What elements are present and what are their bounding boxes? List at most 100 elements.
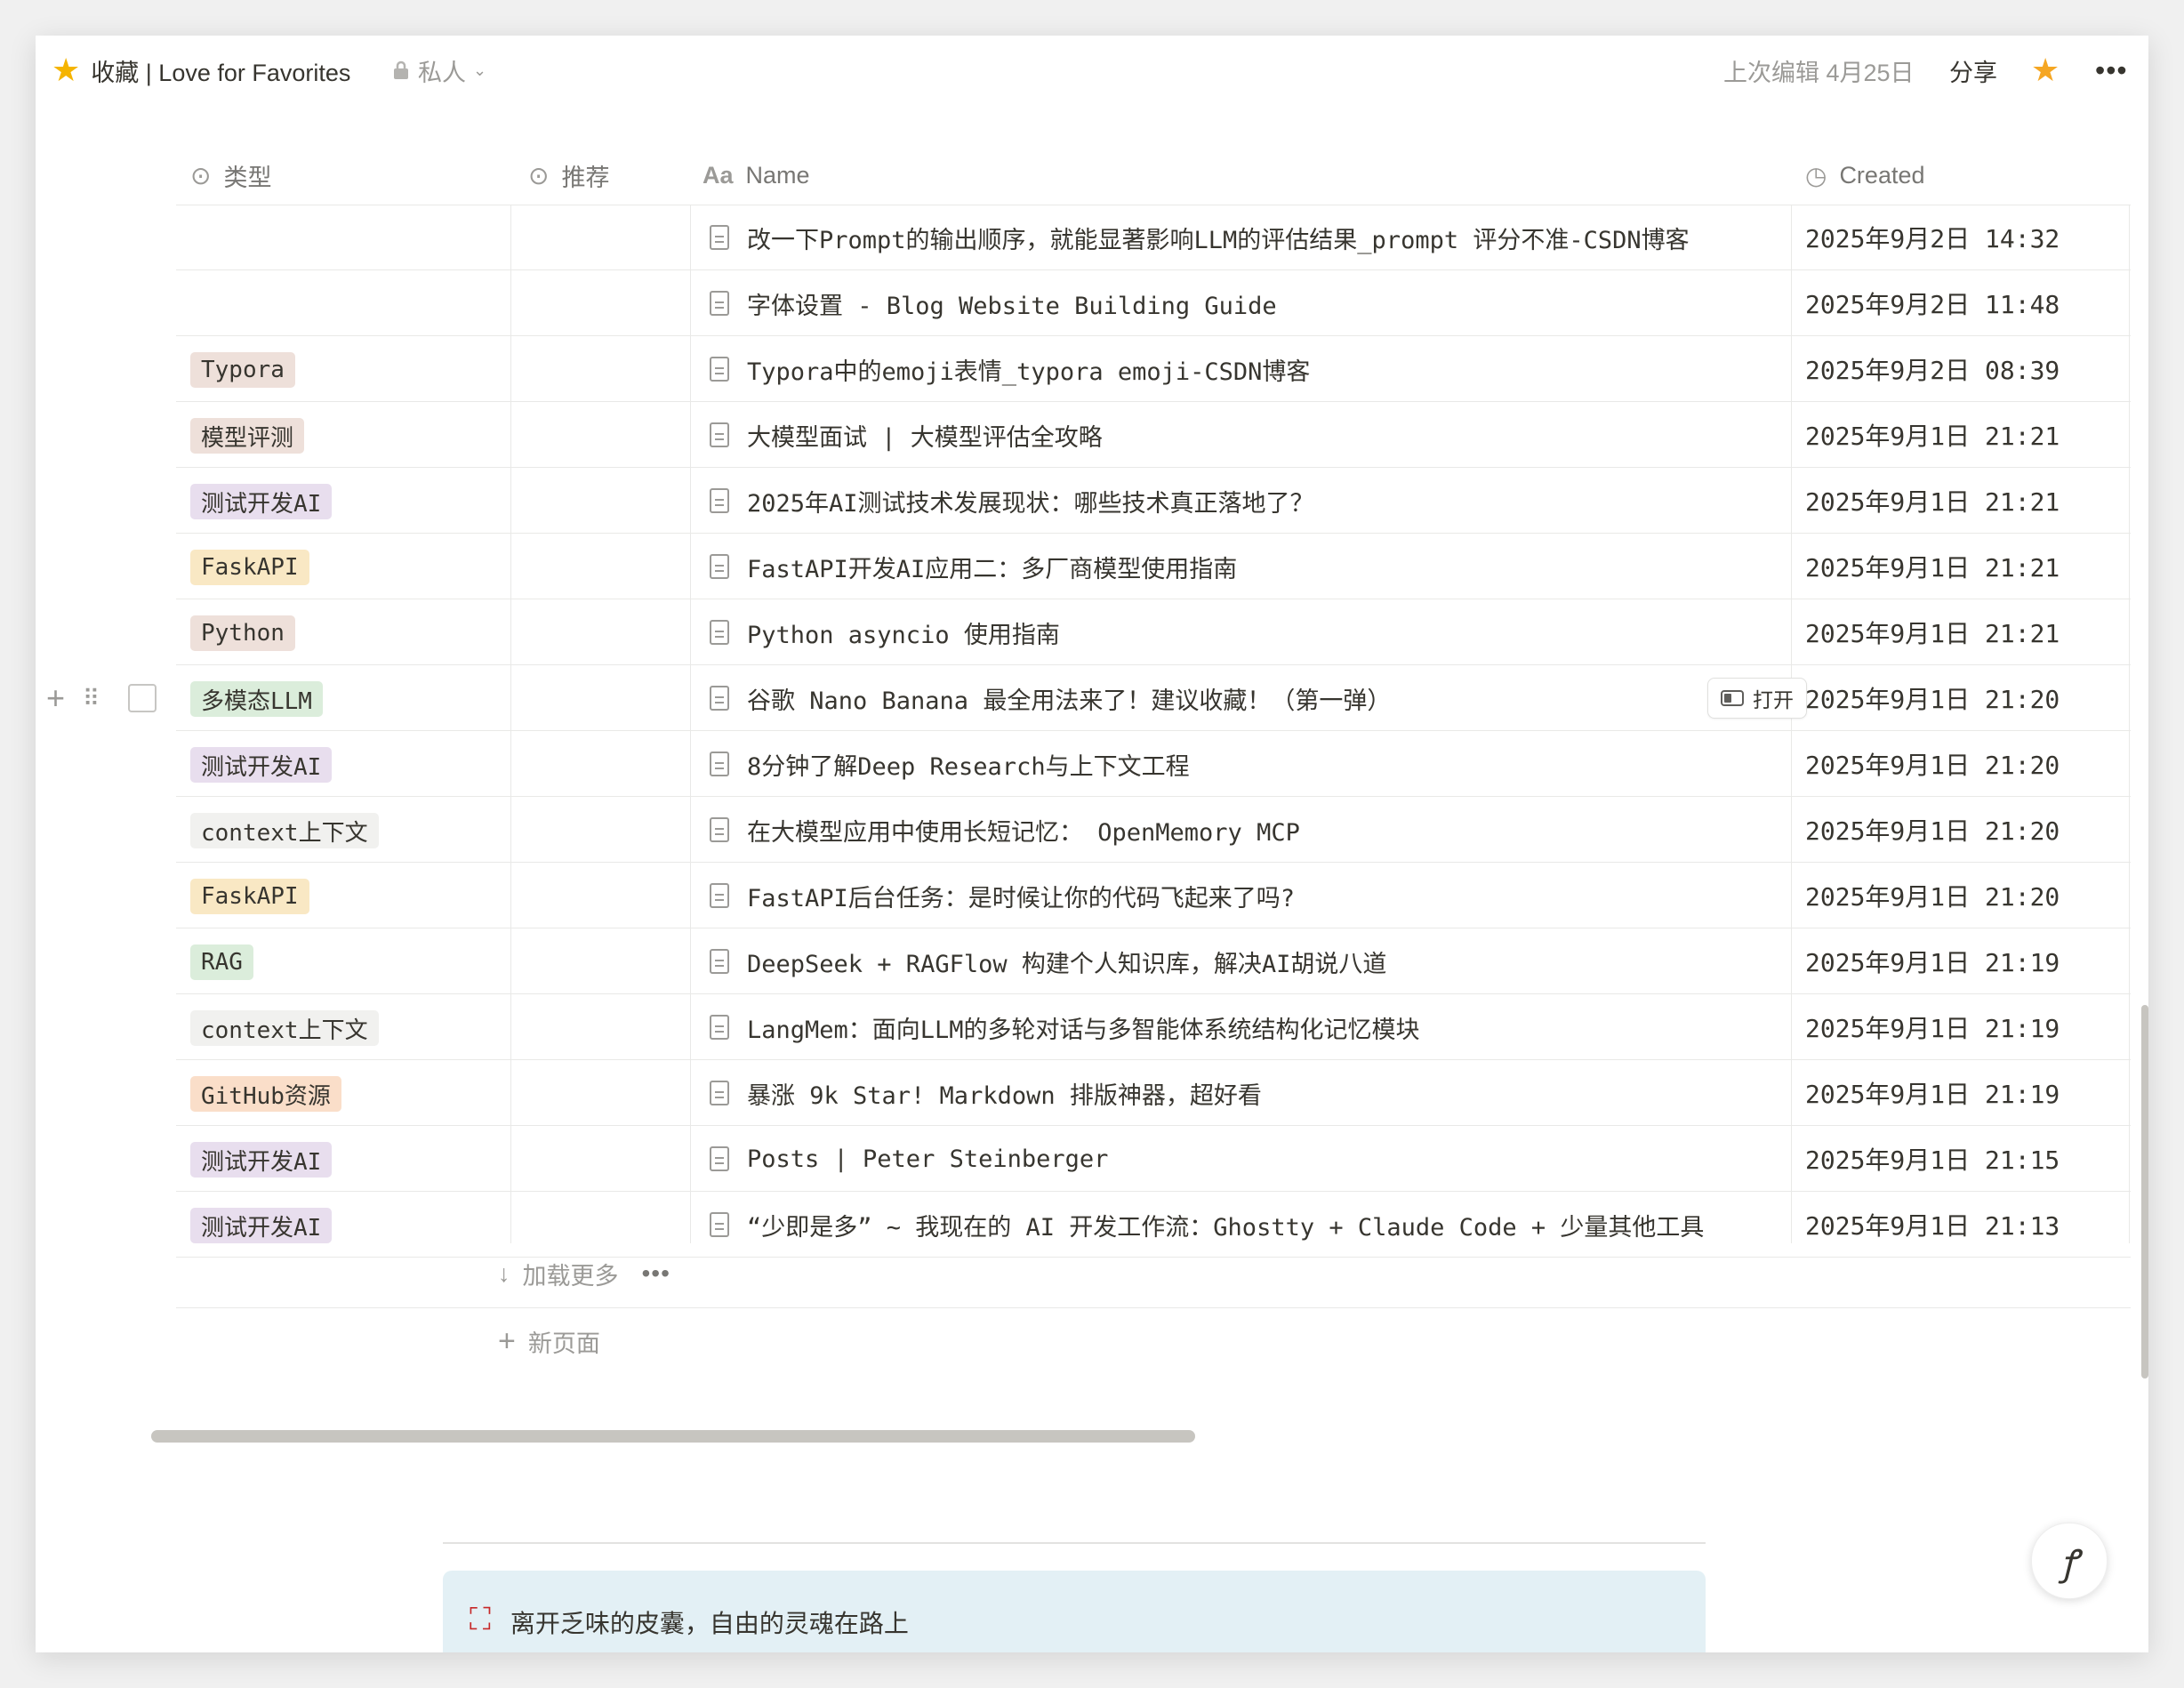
page-document-icon	[710, 949, 729, 974]
share-button[interactable]: 分享	[1949, 36, 1997, 105]
page-document-icon	[710, 883, 729, 908]
table-header: ⊙ 类型 ⊙ 推荐 Aa Name ◷ Created	[36, 146, 2148, 205]
section-divider	[443, 1542, 1706, 1544]
page-name-cell[interactable]: 字体设置 - Blog Website Building Guide	[710, 270, 1821, 336]
page-name-cell[interactable]: 改一下Prompt的输出顺序，就能显著影响LLM的评估结果_prompt 评分不…	[710, 205, 1821, 270]
new-page-button[interactable]: + 新页面	[498, 1314, 600, 1368]
type-tag[interactable]: Typora	[190, 352, 295, 388]
type-tag[interactable]: Python	[190, 615, 295, 651]
open-page-button[interactable]: 打开	[1707, 678, 1807, 719]
type-tag[interactable]: context上下文	[190, 1010, 379, 1046]
star-emoji-icon: ★	[52, 52, 81, 88]
vertical-scrollbar[interactable]	[2141, 1005, 2148, 1379]
page-name: 暴涨 9k Star! Markdown 排版神器，超好看	[747, 1081, 1262, 1110]
page-name: FastAPI后台任务：是时候让你的代码飞起来了吗?	[747, 884, 1296, 912]
column-header-type[interactable]: ⊙ 类型	[190, 146, 271, 205]
type-tag[interactable]: 测试开发AI	[190, 484, 333, 519]
select-property-icon: ⊙	[528, 161, 550, 189]
table-row[interactable]: 测试开发AI “少即是多” ~ 我现在的 AI 开发工作流：Ghostty + C…	[36, 1192, 2148, 1258]
page-document-icon	[710, 554, 729, 579]
page-name-cell[interactable]: 8分钟了解Deep Research与上下文工程	[710, 731, 1821, 797]
page-name-cell[interactable]: LangMem：面向LLM的多轮对话与多智能体系统结构化记忆模块	[710, 994, 1821, 1060]
column-header-recommend[interactable]: ⊙ 推荐	[528, 146, 609, 205]
type-tag[interactable]: 模型评测	[190, 418, 305, 454]
column-header-name[interactable]: Aa Name	[703, 146, 810, 205]
table-footer-divider	[176, 1307, 2131, 1308]
notion-window: ★ 收藏 | Love for Favorites 私人 ⌄ 上次编辑 4月25…	[36, 36, 2148, 1652]
page-document-icon	[710, 357, 729, 382]
type-tag[interactable]: context上下文	[190, 813, 379, 848]
table-row[interactable]: GitHub资源 暴涨 9k Star! Markdown 排版神器，超好看 202…	[36, 1060, 2148, 1126]
page-title-breadcrumb[interactable]: ★ 收藏 | Love for Favorites	[52, 36, 350, 105]
favorite-star-icon[interactable]: ★	[2031, 36, 2060, 105]
page-name-cell[interactable]: 大模型面试 | 大模型评估全攻略	[710, 402, 1821, 468]
table-row[interactable]: 字体设置 - Blog Website Building Guide 2025年9…	[36, 270, 2148, 336]
last-edited-text: 上次编辑 4月25日	[1723, 59, 1915, 86]
load-more-button[interactable]: ↓ 加载更多 •••	[498, 1247, 670, 1300]
type-tag[interactable]: 测试开发AI	[190, 1142, 333, 1178]
row-checkbox[interactable]	[128, 684, 157, 712]
select-property-icon: ⊙	[190, 161, 212, 189]
created-time-cell: 2025年9月1日 21:20	[1805, 751, 2060, 780]
table-row[interactable]: 测试开发AI Posts | Peter Steinberger 2025年9月1日…	[36, 1126, 2148, 1192]
table-row[interactable]: FaskAPI FastAPI开发AI应用二：多厂商模型使用指南 2025年9月1日…	[36, 534, 2148, 599]
privacy-dropdown[interactable]: 私人 ⌄	[391, 36, 486, 105]
help-icon: ꝭ	[2060, 1542, 2078, 1584]
page-name-cell[interactable]: 2025年AI测试技术发展现状：哪些技术真正落地了？	[710, 468, 1821, 534]
callout-block[interactable]: ⛶ 离开乏味的皮囊，自由的灵魂在路上	[443, 1571, 1706, 1652]
add-row-icon[interactable]: +	[46, 679, 65, 717]
page-name: 在大模型应用中使用长短记忆： OpenMemory MCP	[747, 818, 1300, 847]
plus-icon: +	[498, 1323, 516, 1358]
table-row[interactable]: context上下文 LangMem：面向LLM的多轮对话与多智能体系统结构化记忆…	[36, 994, 2148, 1060]
table-row[interactable]: context上下文 在大模型应用中使用长短记忆： OpenMemory MCP 2…	[36, 797, 2148, 863]
table-row[interactable]: 改一下Prompt的输出顺序，就能显著影响LLM的评估结果_prompt 评分不…	[36, 205, 2148, 270]
table-row[interactable]: 测试开发AI 8分钟了解Deep Research与上下文工程 2025年9月1日 …	[36, 731, 2148, 797]
arrow-down-icon: ↓	[498, 1259, 510, 1287]
page-name-cell[interactable]: FastAPI开发AI应用二：多厂商模型使用指南	[710, 534, 1821, 599]
drag-handle-icon[interactable]: ⠿	[83, 687, 100, 710]
type-tag[interactable]: 测试开发AI	[190, 1208, 333, 1243]
created-time-cell: 2025年9月1日 21:19	[1805, 948, 2060, 977]
page-name: Posts | Peter Steinberger	[747, 1145, 1109, 1173]
table-row[interactable]: + ⠿ 多模态LLM 谷歌 Nano Banana 最全用法来了！建议收藏！（第一弹）…	[36, 665, 2148, 731]
page-name-cell[interactable]: DeepSeek + RAGFlow 构建个人知识库，解决AI胡说八道	[710, 928, 1821, 994]
page-name: “少即是多” ~ 我现在的 AI 开发工作流：Ghostty + Claude …	[747, 1213, 1705, 1242]
page-name-cell[interactable]: 在大模型应用中使用长短记忆： OpenMemory MCP	[710, 797, 1821, 863]
page-name-cell[interactable]: FastAPI后台任务：是时候让你的代码飞起来了吗?	[710, 863, 1821, 928]
table-row[interactable]: Python Python asyncio 使用指南 2025年9月1日 21:21	[36, 599, 2148, 665]
help-button[interactable]: ꝭ	[2031, 1523, 2108, 1599]
horizontal-scrollbar[interactable]	[151, 1430, 1195, 1443]
column-label: 类型	[223, 164, 272, 191]
type-tag[interactable]: RAG	[190, 944, 253, 980]
backpack-icon: ⛶	[470, 1603, 491, 1636]
table-row[interactable]: RAG DeepSeek + RAGFlow 构建个人知识库，解决AI胡说八道 20…	[36, 928, 2148, 994]
table-row[interactable]: 测试开发AI 2025年AI测试技术发展现状：哪些技术真正落地了？ 2025年9月1…	[36, 468, 2148, 534]
page-name-cell[interactable]: 谷歌 Nano Banana 最全用法来了！建议收藏！（第一弹）	[710, 665, 1821, 731]
page-document-icon	[710, 686, 729, 711]
page-document-icon	[710, 291, 729, 316]
page-document-icon	[710, 1081, 729, 1105]
more-options-icon[interactable]: •••	[2095, 36, 2128, 105]
page-name-cell[interactable]: Typora中的emoji表情_typora emoji-CSDN博客	[710, 336, 1821, 402]
page-name-cell[interactable]: “少即是多” ~ 我现在的 AI 开发工作流：Ghostty + Claude …	[710, 1192, 1821, 1258]
page-document-icon	[710, 488, 729, 513]
table-row[interactable]: Typora Typora中的emoji表情_typora emoji-CSDN博…	[36, 336, 2148, 402]
type-tag[interactable]: FaskAPI	[190, 879, 309, 914]
more-options-icon[interactable]: •••	[642, 1259, 670, 1288]
table-row[interactable]: 模型评测 大模型面试 | 大模型评估全攻略 2025年9月1日 21:21	[36, 402, 2148, 468]
type-tag[interactable]: 多模态LLM	[190, 681, 323, 717]
created-time-cell: 2025年9月1日 21:19	[1805, 1014, 2060, 1043]
page-name: Python asyncio 使用指南	[747, 621, 1060, 649]
page-name: Typora中的emoji表情_typora emoji-CSDN博客	[747, 358, 1311, 386]
page-name-cell[interactable]: Posts | Peter Steinberger	[710, 1126, 1821, 1192]
table-row[interactable]: FaskAPI FastAPI后台任务：是时候让你的代码飞起来了吗? 2025年9月…	[36, 863, 2148, 928]
type-tag[interactable]: GitHub资源	[190, 1076, 341, 1112]
page-name-cell[interactable]: Python asyncio 使用指南	[710, 599, 1821, 665]
page-document-icon	[710, 817, 729, 842]
page-name-cell[interactable]: 暴涨 9k Star! Markdown 排版神器，超好看	[710, 1060, 1821, 1126]
column-header-created[interactable]: ◷ Created	[1805, 146, 1925, 205]
type-tag[interactable]: 测试开发AI	[190, 747, 333, 783]
top-bar: ★ 收藏 | Love for Favorites 私人 ⌄ 上次编辑 4月25…	[36, 36, 2148, 105]
type-tag[interactable]: FaskAPI	[190, 550, 309, 585]
page-name: FastAPI开发AI应用二：多厂商模型使用指南	[747, 555, 1238, 583]
